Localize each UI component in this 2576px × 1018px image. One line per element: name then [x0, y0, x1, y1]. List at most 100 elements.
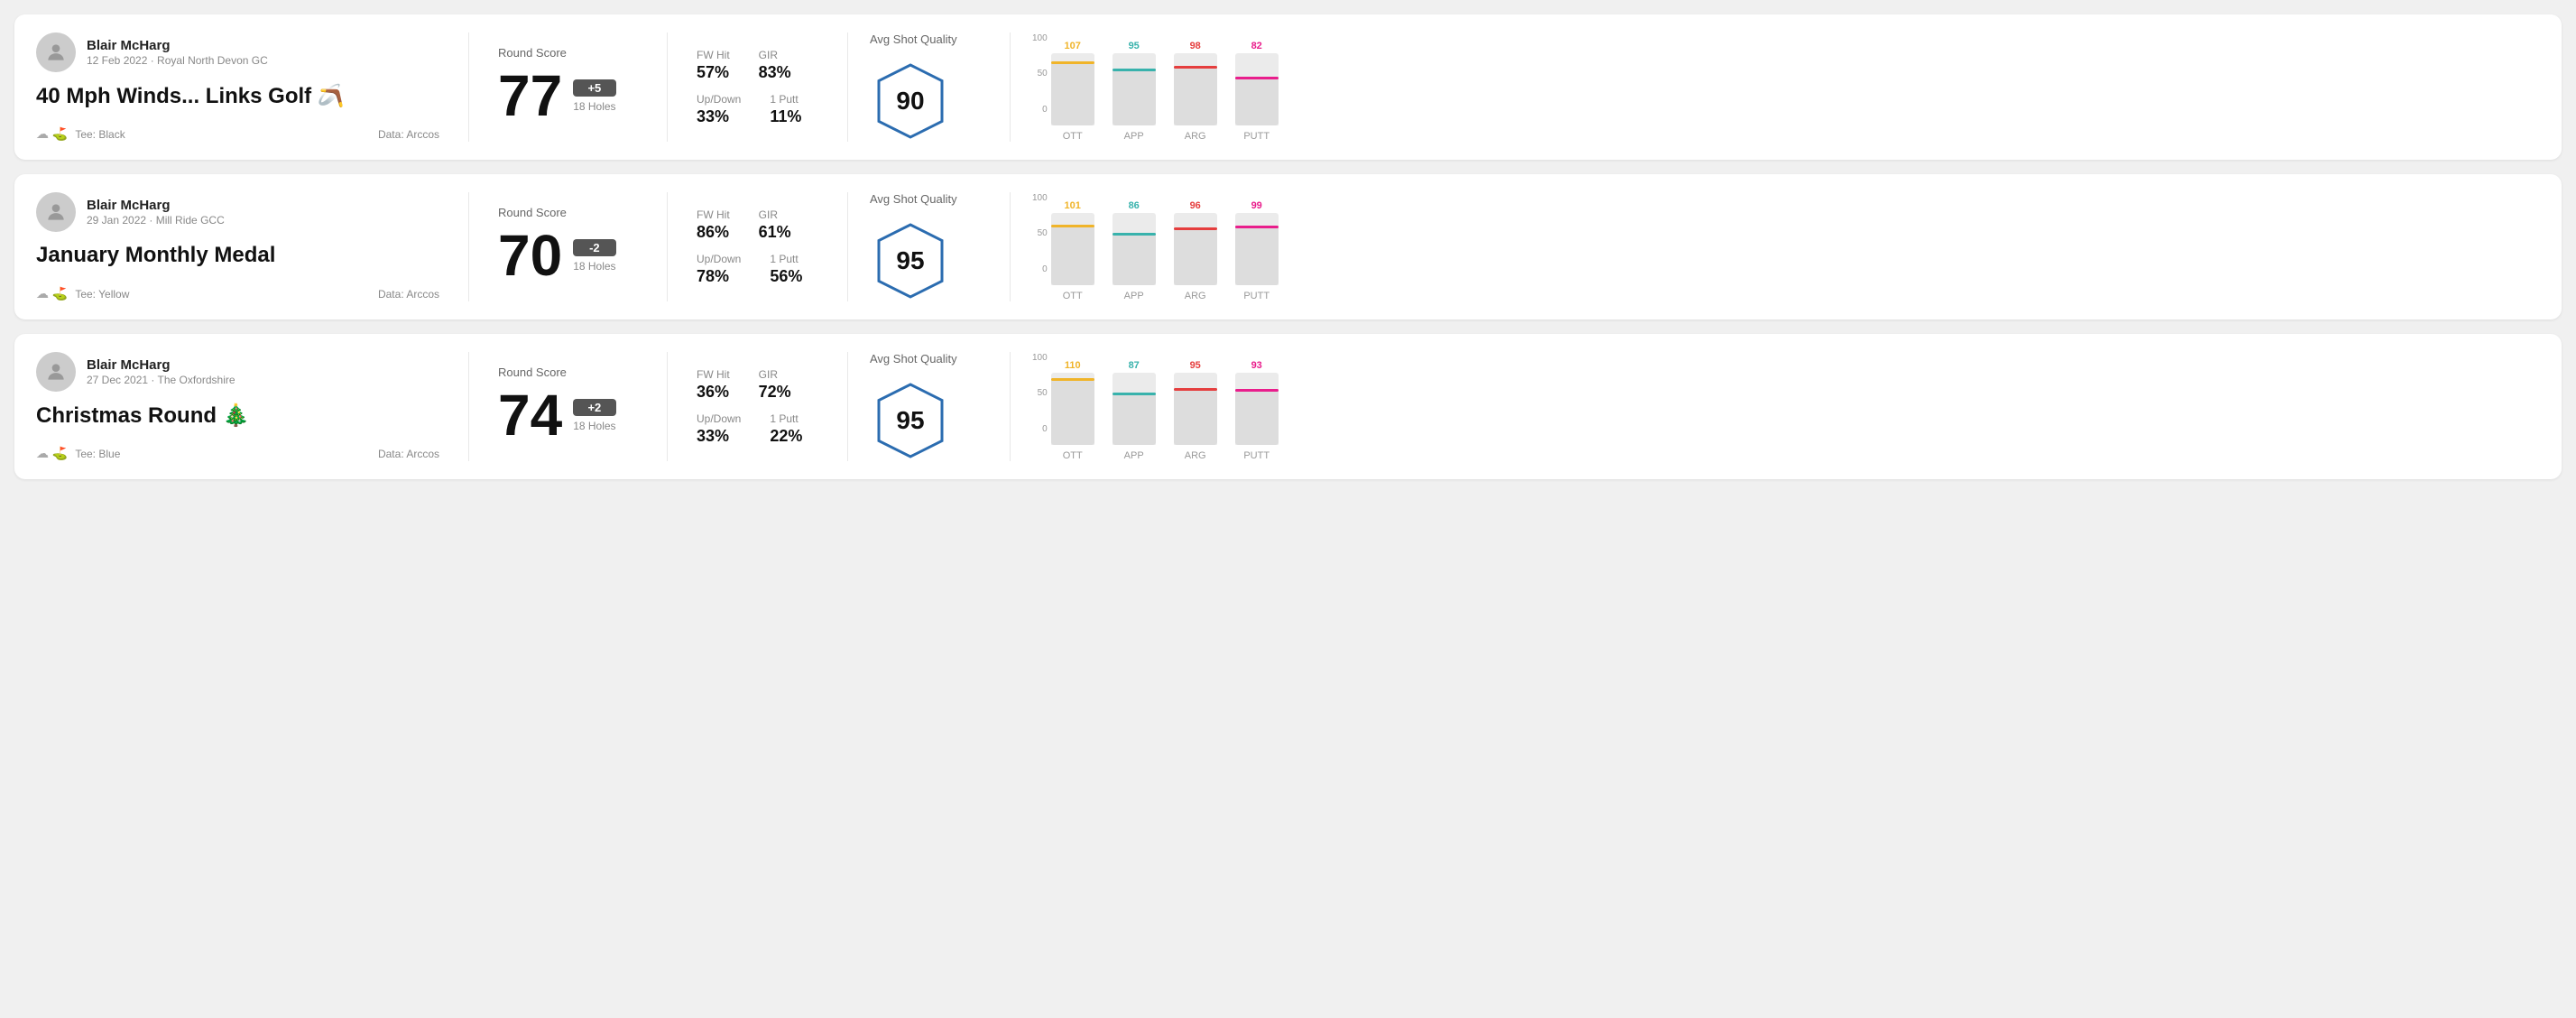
stats-row-top-2: FW Hit 86% GIR 61% — [697, 208, 818, 242]
player-name-2: Blair McHarg — [87, 198, 225, 213]
player-info-1: Blair McHarg 12 Feb 2022 · Royal North D… — [87, 38, 268, 67]
card-left-3: Blair McHarg 27 Dec 2021 · The Oxfordshi… — [36, 352, 469, 461]
stat-oneputt-1: 1 Putt 11% — [770, 93, 801, 126]
card-middle-3: Round Score 74 +2 18 Holes — [469, 352, 668, 461]
player-date-1: 12 Feb 2022 · Royal North Devon GC — [87, 54, 268, 67]
bar-group-arg: 95 ARG — [1174, 360, 1217, 461]
round-score-label-1: Round Score — [498, 46, 638, 60]
bar-accent-ott — [1051, 378, 1094, 381]
score-badge-col-1: +5 18 Holes — [573, 79, 615, 113]
avg-quality-label-1: Avg Shot Quality — [870, 32, 957, 46]
stat-fw-hit-1: FW Hit 57% — [697, 49, 730, 82]
weather-icon-3: ☁ ⛳ — [36, 446, 68, 461]
tee-info-3: ☁ ⛳ Tee: Blue — [36, 446, 120, 461]
card-middle-1: Round Score 77 +5 18 Holes — [469, 32, 668, 142]
avg-quality-label-2: Avg Shot Quality — [870, 192, 957, 206]
bar-fill-putt — [1235, 389, 1279, 445]
avatar-2 — [36, 192, 76, 232]
round-card-2: Blair McHarg 29 Jan 2022 · Mill Ride GCC… — [14, 174, 2562, 319]
gir-value-1: 83% — [759, 63, 791, 82]
card-footer-2: ☁ ⛳ Tee: Yellow Data: Arccos — [36, 286, 439, 301]
bar-label-app: APP — [1124, 291, 1144, 301]
hex-wrapper-2: 95 — [870, 220, 951, 301]
bar-value-arg: 96 — [1190, 200, 1201, 211]
bar-accent-putt — [1235, 226, 1279, 228]
bar-label-arg: ARG — [1185, 291, 1206, 301]
tee-label-2: Tee: Yellow — [75, 288, 129, 301]
player-date-3: 27 Dec 2021 · The Oxfordshire — [87, 374, 235, 386]
score-row-1: 77 +5 18 Holes — [498, 67, 638, 125]
round-card-3: Blair McHarg 27 Dec 2021 · The Oxfordshi… — [14, 334, 2562, 479]
round-score-label-2: Round Score — [498, 206, 638, 219]
bar-accent-putt — [1235, 389, 1279, 392]
oneputt-label-2: 1 Putt — [770, 253, 802, 265]
hex-score-3: 95 — [896, 406, 924, 435]
bar-container-ott — [1051, 213, 1094, 285]
bar-value-ott: 101 — [1065, 200, 1081, 211]
bar-accent-putt — [1235, 77, 1279, 79]
gir-label-2: GIR — [759, 208, 791, 221]
updown-value-3: 33% — [697, 427, 741, 446]
score-badge-3: +2 — [573, 399, 615, 416]
bar-fill-app — [1113, 393, 1156, 445]
stat-fw-hit-3: FW Hit 36% — [697, 368, 730, 402]
stat-updown-3: Up/Down 33% — [697, 412, 741, 446]
score-big-3: 74 — [498, 386, 562, 444]
weather-icon-2: ☁ ⛳ — [36, 286, 68, 301]
round-title-2: January Monthly Medal — [36, 243, 439, 268]
bar-container-app — [1113, 213, 1156, 285]
score-badge-col-2: -2 18 Holes — [573, 239, 615, 273]
hexagon-container-2: 95 — [870, 220, 951, 301]
bar-value-app: 87 — [1129, 360, 1140, 371]
holes-label-1: 18 Holes — [573, 100, 615, 113]
bar-fill-app — [1113, 233, 1156, 285]
tee-info-1: ☁ ⛳ Tee: Black — [36, 126, 125, 142]
hex-score-2: 95 — [896, 246, 924, 275]
score-row-3: 74 +2 18 Holes — [498, 386, 638, 444]
bar-fill-arg — [1174, 66, 1217, 125]
bar-value-arg: 95 — [1190, 360, 1201, 371]
player-name-1: Blair McHarg — [87, 38, 268, 53]
player-header-1: Blair McHarg 12 Feb 2022 · Royal North D… — [36, 32, 439, 72]
oneputt-value-2: 56% — [770, 267, 802, 286]
score-badge-2: -2 — [573, 239, 615, 256]
card-left-1: Blair McHarg 12 Feb 2022 · Royal North D… — [36, 32, 469, 142]
fw-hit-value-3: 36% — [697, 383, 730, 402]
bar-group-putt: 93 PUTT — [1235, 360, 1279, 461]
bar-accent-app — [1113, 393, 1156, 395]
bar-value-app: 95 — [1129, 41, 1140, 51]
score-big-1: 77 — [498, 67, 562, 125]
stat-updown-1: Up/Down 33% — [697, 93, 741, 126]
gir-label-1: GIR — [759, 49, 791, 61]
player-info-3: Blair McHarg 27 Dec 2021 · The Oxfordshi… — [87, 357, 235, 386]
bar-group-app: 87 APP — [1113, 360, 1156, 461]
tee-info-2: ☁ ⛳ Tee: Yellow — [36, 286, 129, 301]
score-row-2: 70 -2 18 Holes — [498, 227, 638, 284]
fw-hit-value-1: 57% — [697, 63, 730, 82]
bar-label-arg: ARG — [1185, 131, 1206, 142]
bar-accent-arg — [1174, 388, 1217, 391]
player-header-3: Blair McHarg 27 Dec 2021 · The Oxfordshi… — [36, 352, 439, 392]
bar-label-ott: OTT — [1063, 450, 1083, 461]
hexagon-container-1: 90 — [870, 60, 951, 142]
bar-group-arg: 98 ARG — [1174, 41, 1217, 142]
bar-container-app — [1113, 53, 1156, 125]
stats-row-bottom-3: Up/Down 33% 1 Putt 22% — [697, 412, 818, 446]
bar-container-ott — [1051, 53, 1094, 125]
bar-label-ott: OTT — [1063, 131, 1083, 142]
gir-label-3: GIR — [759, 368, 791, 381]
oneputt-label-1: 1 Putt — [770, 93, 801, 106]
round-card-1: Blair McHarg 12 Feb 2022 · Royal North D… — [14, 14, 2562, 160]
stat-gir-1: GIR 83% — [759, 49, 791, 82]
stat-updown-2: Up/Down 78% — [697, 253, 741, 286]
updown-label-1: Up/Down — [697, 93, 741, 106]
round-title-1: 40 Mph Winds... Links Golf 🪃 — [36, 83, 439, 109]
stats-row-bottom-1: Up/Down 33% 1 Putt 11% — [697, 93, 818, 126]
card-quality-2: Avg Shot Quality 95 — [848, 192, 1011, 301]
bar-label-ott: OTT — [1063, 291, 1083, 301]
card-stats-3: FW Hit 36% GIR 72% Up/Down 33% 1 Putt 22… — [668, 352, 848, 461]
round-title-3: Christmas Round 🎄 — [36, 403, 439, 429]
weather-icon-1: ☁ ⛳ — [36, 126, 68, 142]
bar-accent-arg — [1174, 227, 1217, 230]
card-middle-2: Round Score 70 -2 18 Holes — [469, 192, 668, 301]
